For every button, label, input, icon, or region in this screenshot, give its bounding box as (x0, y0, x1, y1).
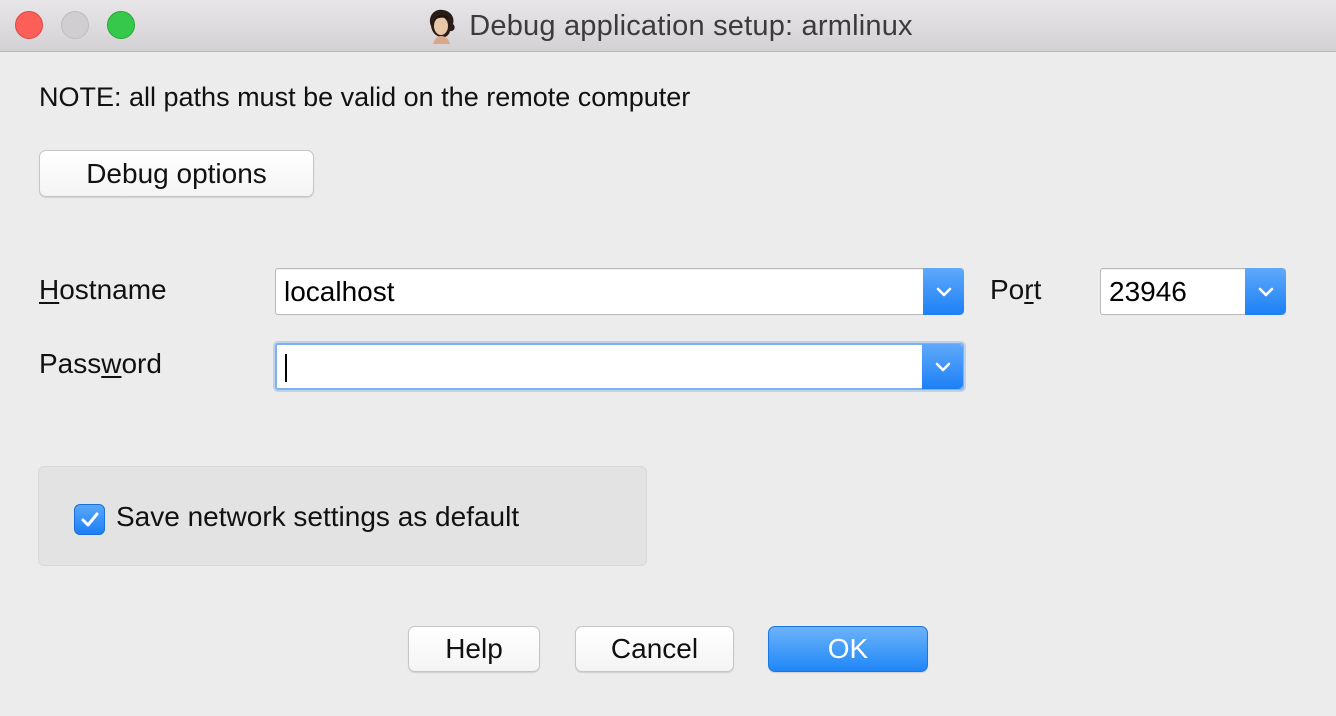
hostname-label: Hostname (39, 274, 167, 306)
password-label-pre: Pass (39, 348, 102, 379)
port-label-mnemonic: r (1024, 274, 1034, 305)
port-dropdown-button[interactable] (1245, 268, 1286, 315)
password-combobox[interactable] (275, 343, 964, 390)
hostname-combobox[interactable]: localhost (275, 268, 964, 315)
save-default-checkbox[interactable] (74, 504, 105, 535)
chevron-down-icon (936, 287, 951, 296)
chevron-down-icon (1258, 287, 1273, 296)
app-logo-icon (430, 9, 455, 44)
title-wrap: Debug application setup: armlinux (0, 0, 1336, 52)
hostname-dropdown-button[interactable] (923, 268, 964, 315)
text-caret (285, 354, 287, 382)
password-label: Password (39, 348, 162, 380)
hostname-input[interactable]: localhost (284, 269, 395, 314)
port-input[interactable]: 23946 (1109, 269, 1187, 314)
window-title: Debug application setup: armlinux (469, 9, 913, 42)
hostname-label-mnemonic: H (39, 274, 60, 305)
cancel-button[interactable]: Cancel (575, 626, 734, 672)
port-label-post: t (1033, 274, 1042, 305)
password-label-mnemonic: w (101, 348, 122, 379)
dialog-window: Debug application setup: armlinux NOTE: … (0, 0, 1336, 716)
port-label: Port (990, 274, 1041, 306)
debug-options-button[interactable]: Debug options (39, 150, 314, 197)
password-label-post: ord (121, 348, 162, 379)
help-button[interactable]: Help (408, 626, 540, 672)
password-dropdown-button[interactable] (922, 344, 963, 389)
note-text: NOTE: all paths must be valid on the rem… (39, 82, 691, 112)
ok-button[interactable]: OK (768, 626, 928, 672)
save-default-label[interactable]: Save network settings as default (116, 501, 519, 533)
checkmark-icon (81, 512, 98, 526)
title-bar[interactable]: Debug application setup: armlinux (0, 0, 1336, 52)
chevron-down-icon (935, 362, 950, 371)
port-combobox[interactable]: 23946 (1100, 268, 1286, 315)
hostname-label-post: ostname (59, 274, 167, 305)
port-label-pre: Po (990, 274, 1025, 305)
